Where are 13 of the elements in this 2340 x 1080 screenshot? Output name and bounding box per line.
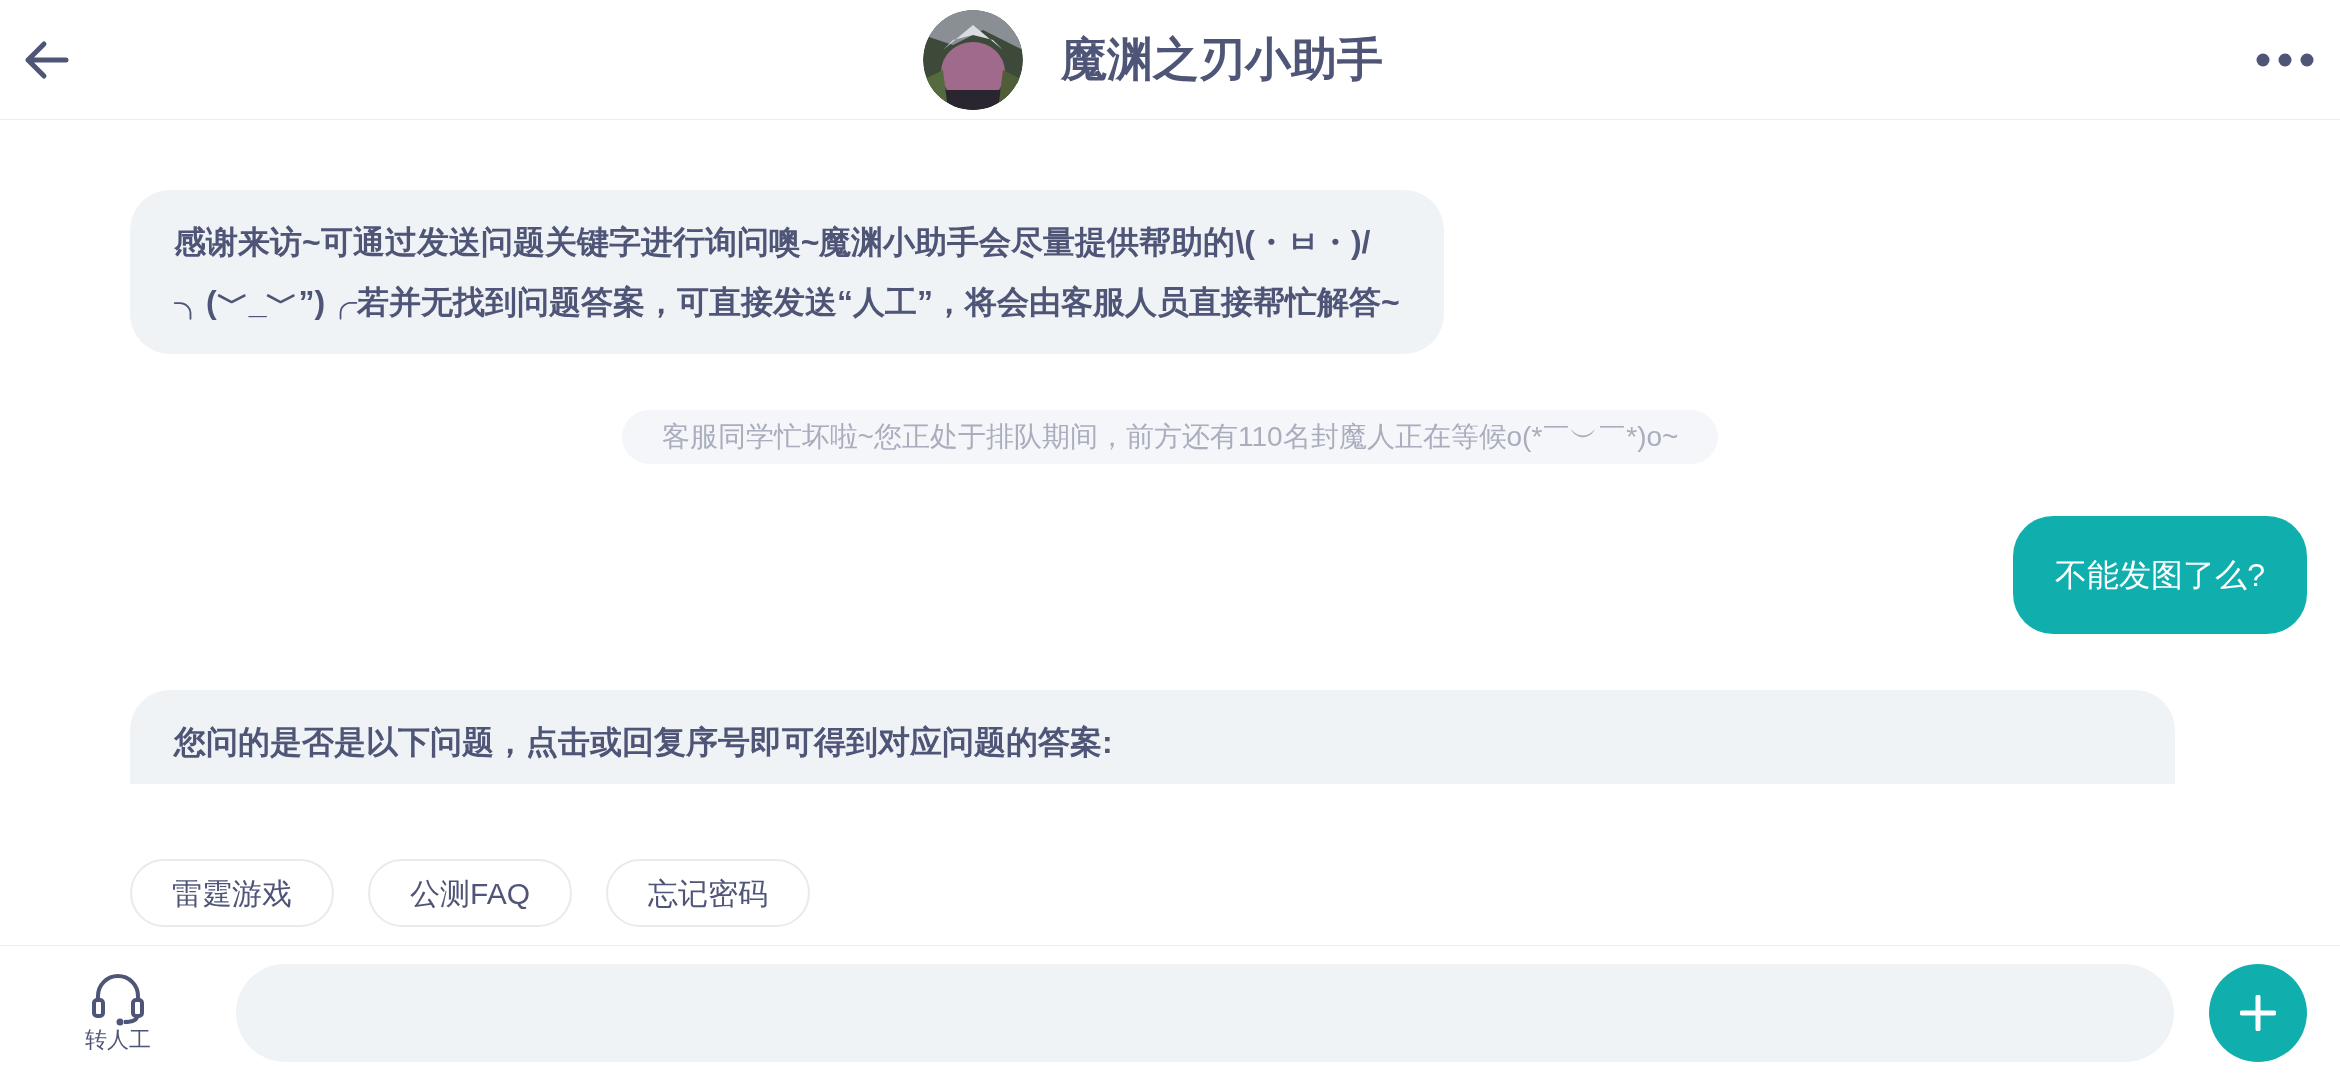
window-title: 魔渊之刃小助手: [1061, 32, 1383, 87]
plus-icon: [2240, 995, 2276, 1031]
back-icon[interactable]: [24, 39, 70, 80]
headset-icon: [90, 972, 146, 1026]
bot-message: 感谢来访~可通过发送问题关键字进行询问噢~魔渊小助手会尽量提供帮助的\(・ㅂ・)/ ╮(﹀_﹀”)╭若并无找到问题答案，可直接发送“人工”，将会由客服人员直接帮忙解答~: [130, 190, 1444, 354]
quick-reply-chip[interactable]: 忘记密码: [606, 859, 810, 927]
transfer-button[interactable]: 转人工: [0, 972, 236, 1054]
more-icon[interactable]: [2256, 52, 2314, 67]
bot-message: 您问的是否是以下问题，点击或回复序号即可得到对应问题的答案:: [130, 690, 2175, 784]
quick-reply-chip[interactable]: 公测FAQ: [368, 859, 572, 927]
system-notice: 客服同学忙坏啦~您正处于排队期间，前方还有110名封魔人正在等候o(*￣︶￣*)o~: [621, 410, 1719, 464]
user-message: 不能发图了么?: [2013, 516, 2307, 634]
quick-reply-chip[interactable]: 雷霆游戏: [130, 859, 334, 927]
